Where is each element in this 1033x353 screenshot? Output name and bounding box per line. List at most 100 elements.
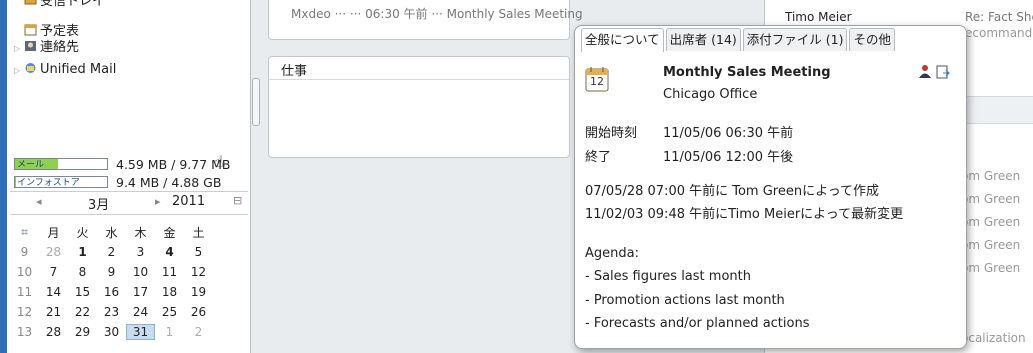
calendar-day[interactable]: 7 [39,265,68,279]
contacts-folder-icon [24,40,37,52]
tab-participants[interactable]: 出席者 (14) [665,28,741,51]
month-label: 3月 [88,198,110,213]
tasks-panel: 仕事 [268,56,570,158]
sidebar-item-label: 連絡先 [40,40,80,55]
calendar-day[interactable]: 2 [184,325,213,339]
subject[interactable]: Re: Fact Sheet [965,10,1033,24]
calendar-day[interactable]: 11 [155,265,184,279]
tab-attachments[interactable]: 添付ファイル (1) [742,28,848,51]
sidebar-item-unified-mail[interactable]: ▷ Unified Mail [14,62,116,79]
calendar-day[interactable]: 24 [126,305,155,319]
calendar-day[interactable]: 25 [155,305,184,319]
next-month-button[interactable]: ▸ [155,195,161,208]
expand-icon[interactable]: ▷ [14,41,24,57]
calendar-day[interactable]: 17 [126,285,155,299]
prev-month-button[interactable]: ◂ [36,195,42,208]
infostore-quota-text: 9.4 MB / 4.88 GB [116,175,222,190]
popup-tabs: 全般について 出席者 (14) 添付ファイル (1) その他 [581,28,897,52]
weekday-label: 木 [134,225,147,240]
start-value: 11/05/06 06:30 午前 [663,126,794,141]
calendar-day[interactable]: 29 [68,325,97,339]
week-number[interactable]: 9 [10,245,39,259]
sidebar-item-inbox[interactable]: 受信トレイ [24,0,105,10]
list-item[interactable]: om Green [961,238,1020,252]
sidebar-accent-bar [0,0,7,353]
list-item[interactable]: ocalization [961,331,1026,345]
calendar-day[interactable]: 21 [39,305,68,319]
export-icon[interactable] [936,64,950,83]
week-number[interactable]: 12 [10,305,39,319]
week-number[interactable]: 10 [10,265,39,279]
weekday-header-row: ⌗ 月 火 水 木 金 土 [10,222,245,242]
calendar-day[interactable]: 28 [39,245,68,259]
calendar-day[interactable]: 2 [97,245,126,259]
mini-calendar-grid: ⌗ 月 火 水 木 金 土 9 28 1 2 3 4 5 10 7 8 9 10… [10,222,245,342]
start-label: 開始時刻 [585,126,638,141]
appointment-title: Monthly Sales Meeting [663,65,831,80]
agenda-item: - Promotion actions last month [585,293,785,308]
weekday-label: 月 [47,225,60,240]
tab-other[interactable]: その他 [849,28,895,51]
calendar-week-row: 13 28 29 30 31 1 2 [10,322,245,342]
unified-mail-icon [24,62,37,74]
calendar-day[interactable]: 5 [184,245,213,259]
tab-general[interactable]: 全般について [581,28,664,52]
weekday-label: 水 [105,225,118,240]
appointment-location: Chicago Office [663,87,758,102]
appointment-summary[interactable]: Mxdeo ··· ··· 06:30 午前 ··· Monthly Sales… [291,5,583,22]
pane-splitter[interactable] [252,78,260,126]
calendar-day[interactable]: 15 [68,285,97,299]
weekday-label: 火 [76,225,89,240]
weekday-label: 土 [192,225,205,240]
list-item[interactable]: om Green [961,215,1020,229]
calendar-day[interactable]: 26 [184,305,213,319]
calendar-day[interactable]: 14 [39,285,68,299]
calendar-day[interactable]: 12 [184,265,213,279]
calendar-day[interactable]: 10 [126,265,155,279]
year-label: 2011 [172,194,206,209]
agenda-item: - Sales figures last month [585,269,751,284]
appointment-popup: 全般について 出席者 (14) 添付ファイル (1) その他 12 Monthl… [574,25,967,349]
inbox-icon [24,0,37,6]
calendar-day[interactable]: 18 [155,285,184,299]
week-number-icon: ⌗ [21,224,28,239]
calendar-day-today[interactable]: 31 [126,324,155,340]
sidebar-item-contacts[interactable]: ▷ 連絡先 [14,40,79,57]
infostore-quota: インフォストア 9.4 MB / 4.88 GB [14,175,221,190]
expand-icon[interactable]: ▷ [14,63,24,79]
calendar-day[interactable]: 9 [97,265,126,279]
calendar-day[interactable]: 19 [184,285,213,299]
calendar-day[interactable]: 22 [68,305,97,319]
calendar-day[interactable]: 30 [97,325,126,339]
calendar-day[interactable]: 28 [39,325,68,339]
calendar-week-row: 11 14 15 16 17 18 19 [10,282,245,302]
calendar-week-row: 12 21 22 23 24 25 26 [10,302,245,322]
subject-line2: ecommando [965,26,1033,40]
calendar-day[interactable]: 3 [126,245,155,259]
weekday-label: 金 [163,225,176,240]
mail-quota-bar: メール [14,158,108,170]
list-item[interactable]: om Green [961,169,1020,183]
calendar-day[interactable]: 8 [68,265,97,279]
calendar-day[interactable]: 16 [97,285,126,299]
calendar-folder-icon [24,24,37,36]
calendar-day[interactable]: 23 [97,305,126,319]
sidebar-item-label: 受信トレイ [40,0,106,9]
list-item[interactable]: om Green [961,261,1020,275]
infostore-quota-bar: インフォストア [14,176,108,188]
list-item[interactable]: om Green [961,192,1020,206]
calendar-day[interactable]: 1 [155,325,184,339]
week-number[interactable]: 11 [10,285,39,299]
appointment-calendar-icon: 12 [585,66,609,92]
agenda-item: - Forecasts and/or planned actions [585,316,810,331]
modified-info: 11/02/03 09:48 午前にTimo Meierによって最新変更 [585,207,904,222]
end-label: 終了 [585,150,612,165]
calendar-day[interactable]: 4 [155,245,184,259]
calendar-day[interactable]: 1 [68,245,97,259]
collapse-calendar-button[interactable]: ⊟ [233,194,242,207]
sidebar-item-calendar[interactable]: 予定表 [24,24,79,40]
sender[interactable]: Timo Meier [785,10,852,24]
participants-icon[interactable] [918,64,932,82]
end-value: 11/05/06 12:00 午後 [663,150,794,165]
week-number[interactable]: 13 [10,325,39,339]
